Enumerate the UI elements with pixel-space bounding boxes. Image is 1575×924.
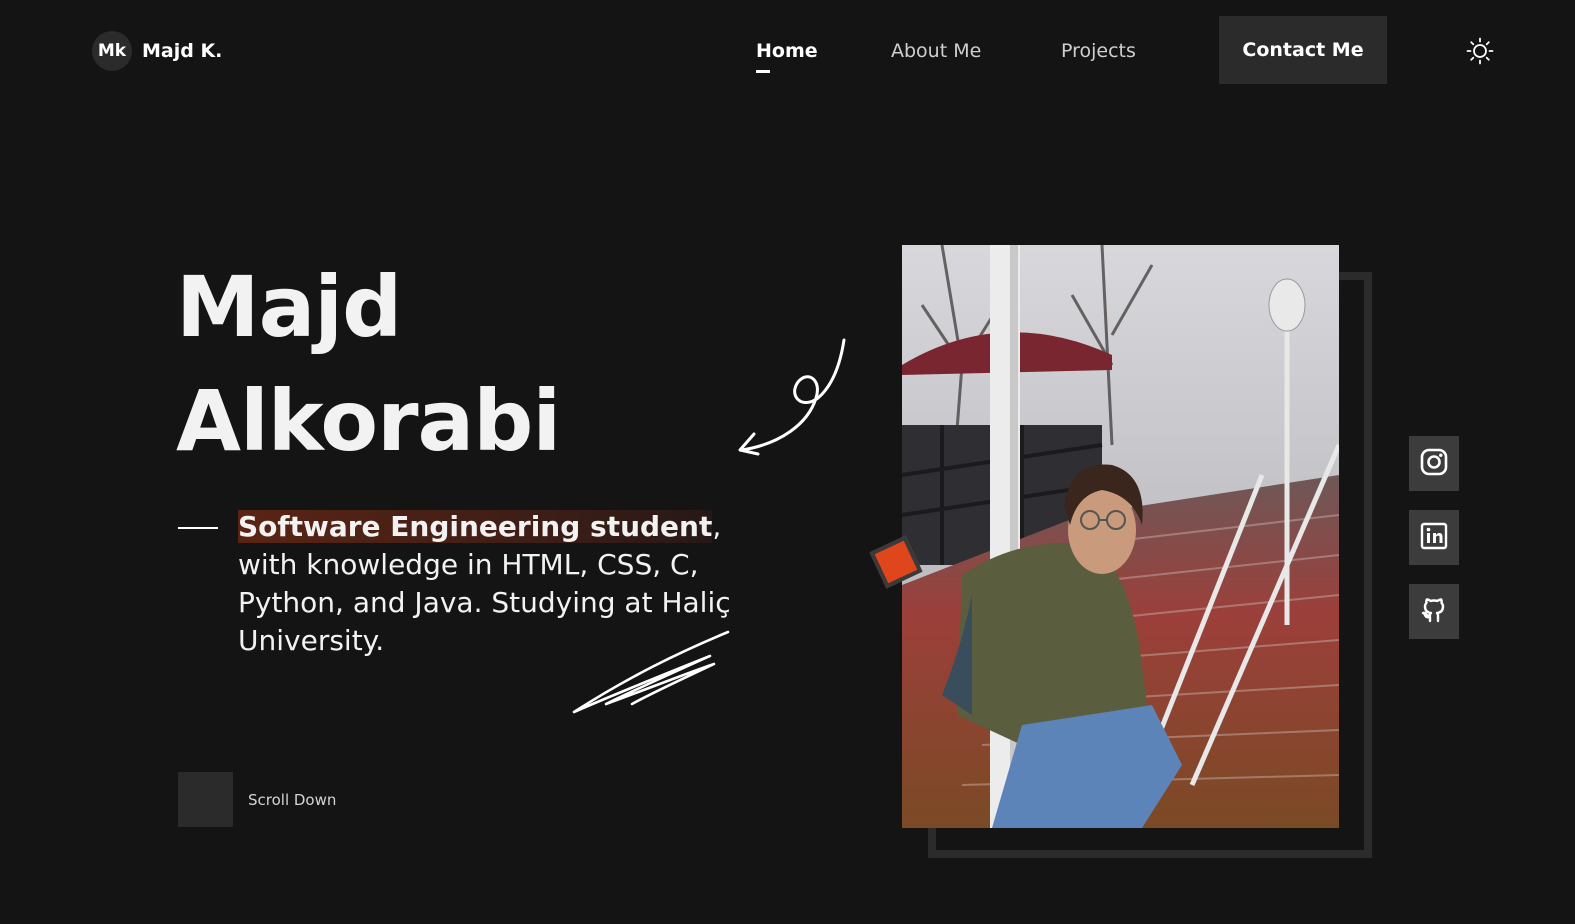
contact-button[interactable]: Contact Me [1219, 16, 1387, 84]
nav-projects[interactable]: Projects [1061, 40, 1136, 62]
description-divider [178, 527, 218, 529]
arrow-doodle-icon [738, 338, 846, 456]
instagram-icon [1420, 448, 1448, 480]
github-icon [1420, 596, 1448, 628]
hero-first-name: Majd [176, 258, 402, 356]
scroll-down-button[interactable] [178, 772, 233, 827]
sun-icon[interactable] [1466, 37, 1494, 65]
scroll-down-label: Scroll Down [248, 791, 337, 809]
scribble-doodle-icon [572, 630, 730, 714]
nav-home[interactable]: Home [756, 40, 818, 73]
instagram-link[interactable] [1409, 436, 1459, 491]
hero-title: Majd Alkorabi [176, 250, 561, 478]
linkedin-icon [1420, 522, 1448, 554]
github-link[interactable] [1409, 584, 1459, 639]
hero-highlight: Software Engineering student [238, 510, 713, 543]
hero-last-name: Alkorabi [176, 372, 561, 470]
nav-about-me[interactable]: About Me [891, 40, 981, 62]
linkedin-link[interactable] [1409, 510, 1459, 565]
profile-photo [902, 245, 1339, 828]
